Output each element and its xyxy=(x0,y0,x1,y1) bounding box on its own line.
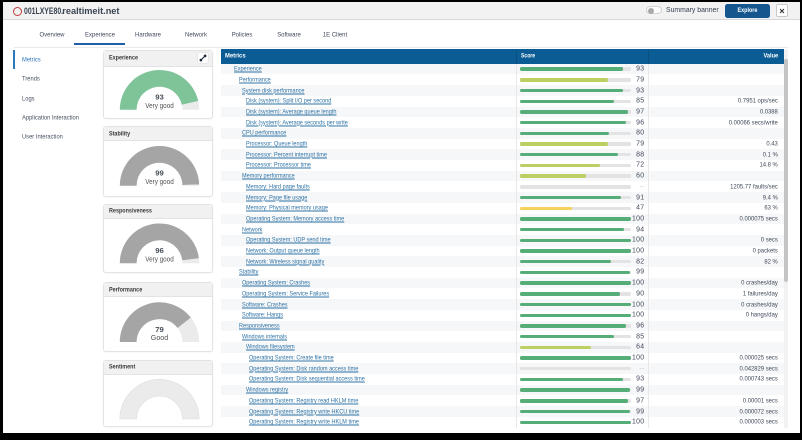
svg-text:99: 99 xyxy=(155,169,164,178)
svg-text:96: 96 xyxy=(155,246,164,255)
svg-text:Very good: Very good xyxy=(145,179,174,186)
svg-text:79: 79 xyxy=(155,325,164,334)
svg-text:Good: Good xyxy=(150,335,168,342)
svg-text:Very good: Very good xyxy=(145,102,174,109)
svg-text:Very good: Very good xyxy=(145,256,174,263)
svg-text:93: 93 xyxy=(155,92,164,101)
